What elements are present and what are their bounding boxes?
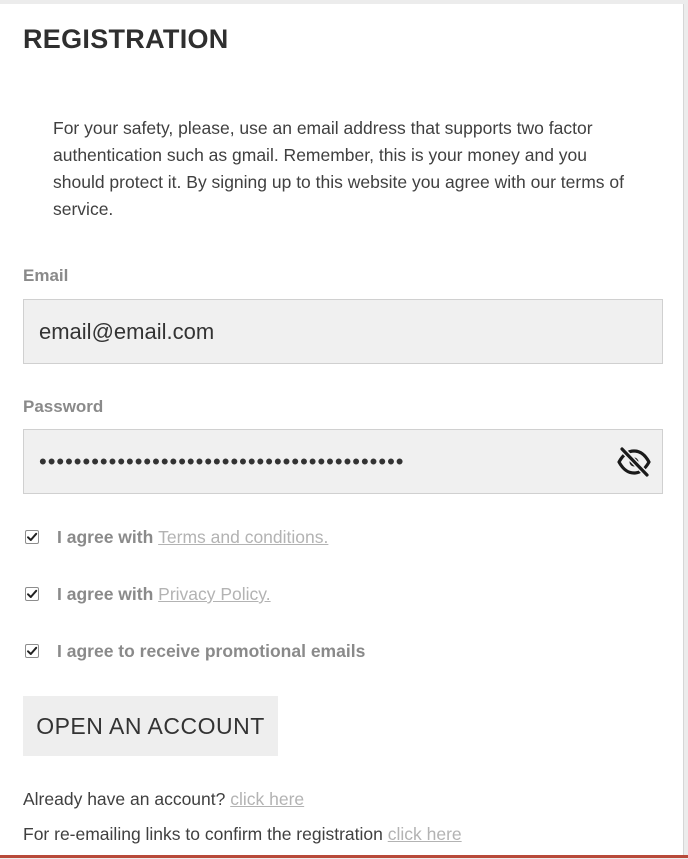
password-field-box: [23, 429, 663, 494]
open-account-button[interactable]: OPEN AN ACCOUNT: [23, 696, 278, 756]
login-link[interactable]: click here: [230, 789, 304, 809]
reconfirm-prompt: For re-emailing links to confirm the reg…: [23, 824, 462, 844]
eye-off-icon[interactable]: [616, 444, 652, 480]
privacy-checkbox[interactable]: [25, 587, 39, 601]
page-title: REGISTRATION: [23, 24, 229, 54]
terms-checkbox[interactable]: [25, 530, 39, 544]
password-label: Password: [23, 397, 104, 416]
promo-agreement-label: I agree to receive promotional emails: [57, 641, 366, 661]
privacy-agreement-label: I agree with Privacy Policy.: [57, 584, 271, 604]
registration-panel: REGISTRATION For your safety, please, us…: [0, 4, 684, 855]
privacy-link[interactable]: Privacy Policy.: [158, 584, 270, 604]
login-prompt: Already have an account? click here: [23, 789, 305, 809]
email-field[interactable]: [39, 300, 599, 363]
bottom-accent-line: [0, 855, 688, 858]
terms-link[interactable]: Terms and conditions.: [158, 527, 328, 547]
email-field-box: [23, 299, 663, 364]
promo-checkbox[interactable]: [25, 644, 39, 658]
terms-agreement-label: I agree with Terms and conditions.: [57, 527, 329, 547]
email-label: Email: [23, 266, 69, 285]
reconfirm-link[interactable]: click here: [388, 824, 462, 844]
password-field[interactable]: [39, 430, 599, 493]
safety-notice: For your safety, please, use an email ad…: [53, 118, 624, 219]
